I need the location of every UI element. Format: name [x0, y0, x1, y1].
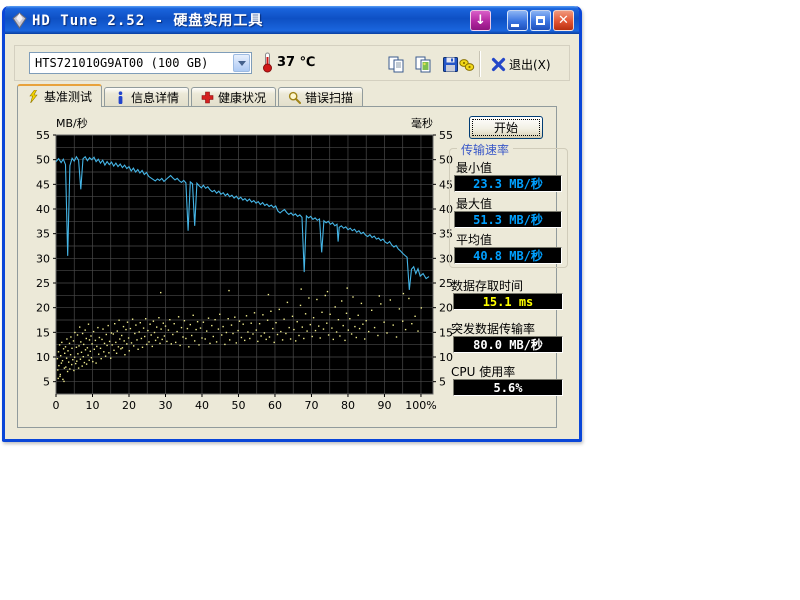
transfer-rate-group-title: 传输速率 — [457, 141, 513, 158]
svg-text:40: 40 — [36, 203, 50, 216]
svg-text:55: 55 — [36, 129, 50, 142]
svg-text:50: 50 — [36, 154, 50, 167]
temperature-indicator: 37 ℃ — [262, 51, 315, 73]
svg-text:50: 50 — [231, 399, 245, 412]
maximize-button[interactable] — [530, 10, 551, 31]
drive-select-combobox[interactable]: HTS721010G9AT00 (100 GB) — [29, 52, 252, 74]
access-time-label: 数据存取时间 — [451, 277, 523, 294]
svg-text:毫秒: 毫秒 — [411, 116, 433, 130]
app-icon — [11, 12, 28, 29]
toolbar-separator — [479, 51, 481, 77]
benchmark-chart-svg: 5510101515202025253030353540404545505055… — [18, 107, 480, 417]
minimize-button[interactable] — [507, 10, 528, 31]
maximize-icon — [536, 16, 545, 25]
benchmark-tab-page: 5510101515202025253030353540404545505055… — [17, 106, 557, 428]
exit-x-icon — [491, 57, 506, 72]
svg-text:35: 35 — [36, 228, 50, 241]
close-button[interactable]: ✕ — [553, 10, 574, 31]
drive-select-value: HTS721010G9AT00 (100 GB) — [30, 56, 232, 70]
tab-health[interactable]: 健康状况 — [191, 87, 276, 107]
tab-bar: 基准测试 信息详情 健康状况 错误扫描 — [17, 84, 365, 107]
svg-text:10: 10 — [36, 351, 50, 364]
tab-health-label: 健康状况 — [218, 89, 266, 106]
copy-text-icon — [388, 56, 405, 73]
svg-text:25: 25 — [36, 277, 50, 290]
thermometer-icon — [262, 51, 273, 73]
max-value-readout: 51.3 MB/秒 — [454, 211, 562, 228]
svg-text:10: 10 — [85, 399, 99, 412]
svg-text:45: 45 — [36, 178, 50, 191]
copy-image-button[interactable] — [412, 53, 434, 75]
svg-text:30: 30 — [36, 252, 50, 265]
exit-label: 退出(X) — [509, 56, 551, 73]
svg-text:0: 0 — [53, 399, 60, 412]
svg-text:20: 20 — [122, 399, 136, 412]
copy-image-icon — [415, 56, 432, 73]
svg-text:15: 15 — [36, 326, 50, 339]
copy-text-button[interactable] — [385, 53, 407, 75]
combobox-dropdown-button[interactable] — [233, 54, 250, 72]
burst-rate-label: 突发数据传输率 — [451, 320, 535, 337]
transfer-rate-groupbox: 传输速率 最小值 23.3 MB/秒 最大值 51.3 MB/秒 平均值 40.… — [449, 148, 568, 268]
svg-text:40: 40 — [195, 399, 209, 412]
svg-text:55: 55 — [439, 129, 453, 142]
download-arrow-button[interactable]: ↓ — [470, 10, 491, 31]
svg-text:80: 80 — [341, 399, 355, 412]
window-title: HD Tune 2.52 - 硬盘实用工具 — [32, 10, 263, 30]
svg-text:20: 20 — [36, 302, 50, 315]
start-button[interactable]: 开始 — [469, 116, 543, 139]
app-window: HD Tune 2.52 - 硬盘实用工具 ↓ ✕ HTS721010G9AT0… — [2, 6, 582, 442]
options-button[interactable] — [456, 53, 478, 75]
avg-label: 平均值 — [456, 231, 492, 248]
tab-info[interactable]: 信息详情 — [104, 87, 189, 107]
benchmark-lightning-icon — [27, 90, 40, 103]
svg-text:5: 5 — [43, 376, 50, 389]
titlebar[interactable]: HD Tune 2.52 - 硬盘实用工具 ↓ ✕ — [5, 6, 579, 34]
svg-text:90: 90 — [377, 399, 391, 412]
svg-text:5: 5 — [439, 376, 446, 389]
toolbar-panel: HTS721010G9AT00 (100 GB) 37 ℃ — [14, 45, 570, 81]
tab-info-label: 信息详情 — [131, 89, 179, 106]
tab-error-scan[interactable]: 错误扫描 — [278, 87, 363, 107]
svg-text:30: 30 — [158, 399, 172, 412]
svg-text:60: 60 — [268, 399, 282, 412]
cpu-usage-label: CPU 使用率 — [451, 363, 515, 380]
options-icon — [458, 56, 476, 73]
svg-text:MB/秒: MB/秒 — [56, 116, 88, 130]
exit-button[interactable]: 退出(X) — [487, 53, 555, 75]
chevron-down-icon — [238, 61, 246, 66]
min-value-readout: 23.3 MB/秒 — [454, 175, 562, 192]
benchmark-chart: 5510101515202025253030353540404545505055… — [18, 107, 480, 417]
max-label: 最大值 — [456, 195, 492, 212]
svg-text:20: 20 — [439, 302, 453, 315]
magnifier-icon — [288, 91, 301, 104]
avg-value-readout: 40.8 MB/秒 — [454, 247, 562, 264]
temperature-value: 37 ℃ — [277, 55, 315, 70]
cpu-usage-readout: 5.6% — [453, 379, 563, 396]
health-cross-icon — [201, 91, 214, 104]
tab-error-scan-label: 错误扫描 — [305, 89, 353, 106]
tab-benchmark[interactable]: 基准测试 — [17, 84, 102, 107]
svg-text:100%: 100% — [405, 399, 436, 412]
burst-rate-readout: 80.0 MB/秒 — [453, 336, 563, 353]
minimize-icon — [511, 24, 519, 27]
min-label: 最小值 — [456, 159, 492, 176]
access-time-readout: 15.1 ms — [453, 293, 563, 310]
svg-text:70: 70 — [304, 399, 318, 412]
tab-benchmark-label: 基准测试 — [44, 88, 92, 105]
info-icon — [114, 91, 127, 104]
window-content: HTS721010G9AT00 (100 GB) 37 ℃ — [5, 34, 579, 439]
